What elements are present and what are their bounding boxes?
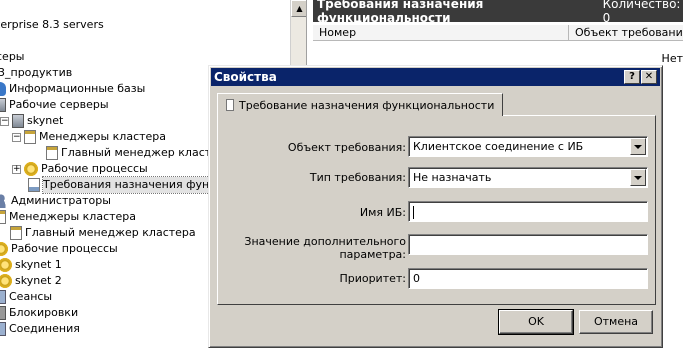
tree-item-locks[interactable]: Блокировки [0, 305, 78, 321]
tree-item-skynet[interactable]: − skynet [0, 113, 63, 129]
priority-label: Приоритет: [339, 272, 406, 285]
database-icon [0, 82, 6, 96]
tree-item-administrators[interactable]: Администраторы [0, 193, 111, 209]
document-icon [226, 99, 234, 111]
tree-item-label: Соединения [9, 322, 80, 335]
scroll-up-icon[interactable]: ▲ [291, 0, 306, 17]
tree-item-label: terprise 8.3 servers [0, 18, 104, 31]
tree-item-working-processes[interactable]: + Рабочие процессы [12, 161, 148, 177]
tree-item-label: Требования назначения функц [41, 176, 225, 194]
dialog-title: Свойства [214, 70, 277, 84]
tree-item-label: skynet 2 [15, 274, 62, 287]
lock-icon [0, 306, 6, 320]
tree-item-label: Менеджеры кластера [39, 130, 167, 143]
gear-icon [24, 162, 38, 176]
tree-item-cluster-managers[interactable]: − Менеджеры кластера [12, 129, 166, 145]
extra-param-label: Значение дополнительного параметра: [244, 235, 406, 261]
tree-item-skynet-1[interactable]: skynet 1 [0, 257, 62, 273]
session-icon [0, 290, 6, 304]
tree-item-infobases[interactable]: Информационные базы [0, 81, 145, 97]
tree-item-label: skynet [27, 114, 64, 127]
tree-item-label: Рабочие процессы [11, 242, 118, 255]
server-icon [0, 98, 6, 112]
list-count: Количество: 0 [602, 0, 681, 25]
tree-item-label: Блокировки [9, 306, 79, 319]
tree-item-functional-requirements[interactable]: Требования назначения функц [28, 176, 225, 194]
priority-input[interactable]: 0 [408, 268, 648, 289]
tab-body: Объект требования: Тип требования: Имя И… [217, 115, 656, 305]
tree-item-label: 3_продуктив [0, 66, 73, 79]
properties-dialog: Свойства ? ✕ Требование назначения функц… [208, 65, 663, 348]
tree-item-label: Рабочие серверы [9, 98, 109, 111]
document-icon [10, 226, 22, 240]
tree-item-servers-root[interactable]: terprise 8.3 servers [0, 17, 104, 33]
connection-icon [0, 322, 6, 336]
tree-item-main-cluster-manager-2[interactable]: Главный менеджер кластера [10, 225, 196, 241]
object-value: Клиентское соединение с ИБ [413, 140, 584, 153]
collapse-icon[interactable]: − [0, 116, 9, 126]
chevron-down-icon[interactable] [630, 138, 646, 155]
extra-param-input[interactable] [408, 234, 648, 255]
expand-icon[interactable]: + [12, 164, 21, 174]
document-icon [46, 146, 58, 160]
tab-requirement[interactable]: Требование назначения функциональности [217, 93, 504, 116]
ok-button[interactable]: OK [498, 309, 574, 335]
collapse-icon[interactable]: − [12, 132, 21, 142]
tree-item-label: Информационные базы [9, 82, 146, 95]
type-label: Тип требования: [309, 171, 406, 184]
tree-item-clusters[interactable]: серы [0, 49, 24, 65]
tree-item-working-processes-2[interactable]: Рабочие процессы [0, 241, 118, 257]
document-icon [0, 210, 6, 224]
requirement-icon [28, 178, 40, 192]
tree-item-label: Главный менеджер кластера [25, 226, 196, 239]
object-dropdown[interactable]: Клиентское соединение с ИБ [408, 136, 648, 157]
tree-item-label: Менеджеры кластера [9, 210, 137, 223]
close-button[interactable]: ✕ [641, 70, 657, 84]
list-empty-text: Нет [661, 52, 683, 65]
tree-item-main-cluster-manager[interactable]: Главный менеджер кластера [46, 145, 232, 161]
server-icon [12, 114, 24, 128]
tree-item-connections[interactable]: Соединения [0, 321, 80, 337]
column-header-object[interactable]: Объект требования [569, 25, 683, 41]
list-header: Требования назначения функциональности К… [313, 0, 683, 25]
list-title: Требования назначения функциональности [317, 0, 484, 25]
tree-item-label: Рабочие процессы [41, 162, 148, 175]
type-value: Не назначать [413, 171, 492, 184]
column-header-number[interactable]: Номер [313, 25, 569, 41]
type-dropdown[interactable]: Не назначать [408, 167, 648, 188]
tab-label: Требование назначения функциональности [239, 98, 495, 112]
tree-item-label: skynet 1 [15, 258, 62, 271]
gear-icon [0, 242, 8, 256]
priority-value: 0 [413, 272, 420, 285]
tree-item-cluster-3-productive[interactable]: 3_продуктив [0, 65, 72, 81]
tree-item-label: Главный менеджер кластера [61, 146, 232, 159]
tree-item-label: серы [0, 50, 25, 63]
gear-icon [0, 258, 12, 272]
label-column: Объект требования: Тип требования: Имя И… [226, 116, 406, 304]
tree-item-label: Сеансы [9, 290, 53, 303]
text-caret [413, 205, 414, 219]
tree-item-sessions[interactable]: Сеансы [0, 289, 52, 305]
dialog-titlebar[interactable]: Свойства ? ✕ [211, 68, 660, 86]
cancel-button[interactable]: Отмена [579, 310, 653, 334]
list-column-headers: Номер Объект требования [313, 25, 683, 41]
document-icon [24, 130, 36, 144]
tree-item-cluster-managers-2[interactable]: Менеджеры кластера [0, 209, 136, 225]
tree-item-label: Администраторы [11, 194, 111, 207]
ib-name-label: Имя ИБ: [359, 206, 406, 219]
user-icon [0, 194, 8, 208]
gear-icon [0, 274, 12, 288]
ib-name-input[interactable] [408, 201, 648, 222]
help-button[interactable]: ? [624, 70, 640, 84]
tree-item-skynet-2[interactable]: skynet 2 [0, 273, 62, 289]
chevron-down-icon[interactable] [630, 169, 646, 186]
object-label: Объект требования: [287, 141, 406, 154]
tree-item-working-servers[interactable]: Рабочие серверы [0, 97, 109, 113]
